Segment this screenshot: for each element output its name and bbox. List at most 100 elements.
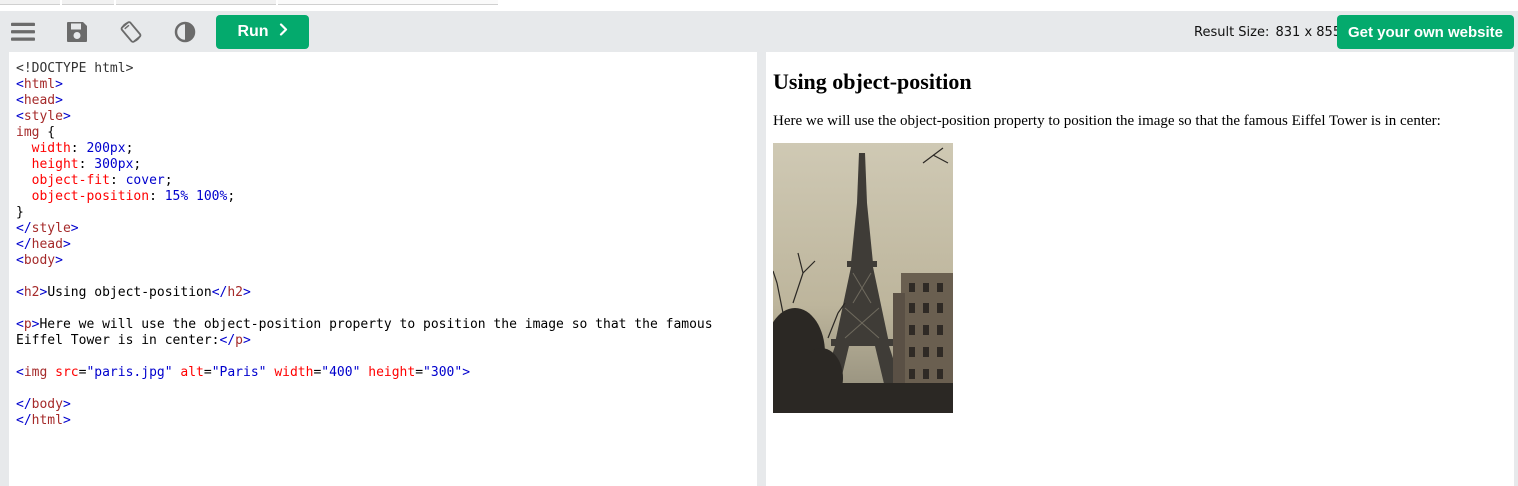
code-line[interactable]: <p>Here we will use the object-position … xyxy=(16,317,713,333)
breadcrumb-item xyxy=(278,0,498,5)
code-line[interactable]: object-position: 15% 100%; xyxy=(16,189,713,205)
contrast-theme-icon[interactable] xyxy=(173,20,197,44)
code-token: width xyxy=(31,141,71,156)
code-line[interactable]: width: 200px; xyxy=(16,141,713,157)
code-line[interactable]: height: 300px; xyxy=(16,157,713,173)
code-token: : xyxy=(78,157,95,172)
code-token: h2 xyxy=(23,285,40,300)
result-pane: Using object-position Here we will use t… xyxy=(766,52,1514,486)
editor-toolbar: Run Result Size: 831 x 855 Get your own … xyxy=(0,11,1518,52)
breadcrumb-item xyxy=(62,0,114,5)
code-line[interactable]: } xyxy=(16,205,713,221)
code-token: = xyxy=(203,365,212,380)
code-token: : xyxy=(70,141,87,156)
code-token: style xyxy=(23,109,63,124)
code-token: < xyxy=(16,253,24,268)
chevron-right-icon xyxy=(279,23,288,41)
code-token: h2 xyxy=(227,285,243,300)
code-token: > xyxy=(62,109,71,124)
code-token: "paris.jpg" xyxy=(86,365,173,380)
code-line[interactable]: <body> xyxy=(16,253,713,269)
code-line[interactable] xyxy=(16,269,713,285)
code-token: </ xyxy=(16,237,32,252)
code-line[interactable]: <img src="paris.jpg" alt="Paris" width="… xyxy=(16,365,713,381)
floppy-save-icon[interactable] xyxy=(65,20,89,44)
code-token: </ xyxy=(219,333,236,348)
code-token: <!DOCTYPE html> xyxy=(16,61,134,76)
code-token: src xyxy=(55,365,79,380)
code-token: style xyxy=(31,221,71,236)
code-token: img xyxy=(16,125,40,140)
code-token: head xyxy=(31,237,63,252)
result-paragraph: Here we will use the object-position pro… xyxy=(773,113,1441,129)
code-token: width xyxy=(274,365,314,380)
code-token: "300" xyxy=(423,365,463,380)
code-token: > xyxy=(243,285,251,300)
run-button[interactable]: Run xyxy=(216,15,309,49)
code-token: < xyxy=(16,93,24,108)
result-heading: Using object-position xyxy=(773,69,972,94)
code-token: body xyxy=(31,397,63,412)
code-line[interactable] xyxy=(16,381,713,397)
paris-image xyxy=(773,143,953,413)
hamburger-menu-icon[interactable] xyxy=(11,20,35,44)
code-token: < xyxy=(16,317,24,332)
code-line[interactable]: </style> xyxy=(16,221,713,237)
code-token: ; xyxy=(164,173,173,188)
code-line[interactable]: img { xyxy=(16,125,713,141)
code-token: 300px xyxy=(94,157,134,172)
code-text[interactable]: <!DOCTYPE html> <html> <head> <style> img { … xyxy=(16,61,713,429)
code-line[interactable]: </head> xyxy=(16,237,713,253)
code-token: > xyxy=(55,253,63,268)
code-line[interactable]: object-fit: cover; xyxy=(16,173,713,189)
code-token: } xyxy=(16,205,24,220)
code-token: "400" xyxy=(321,365,361,380)
code-line[interactable] xyxy=(16,349,713,365)
code-token: </ xyxy=(211,285,228,300)
code-token: { xyxy=(39,125,56,140)
code-token: object-position xyxy=(31,189,150,204)
code-token: < xyxy=(16,77,24,92)
code-token: > xyxy=(62,413,71,428)
code-token: </ xyxy=(16,413,32,428)
code-token: < xyxy=(16,285,24,300)
code-editor[interactable]: <!DOCTYPE html> <html> <head> <style> img { … xyxy=(9,52,757,486)
rotate-orientation-icon[interactable] xyxy=(119,20,143,44)
code-token: > xyxy=(462,365,471,380)
code-token: < xyxy=(16,109,24,124)
code-line[interactable]: <html> xyxy=(16,77,713,93)
get-your-own-website-button[interactable]: Get your own website xyxy=(1337,15,1514,49)
code-line[interactable]: <head> xyxy=(16,93,713,109)
code-token: 15% 100% xyxy=(164,189,228,204)
code-token: object-fit xyxy=(31,173,110,188)
code-line[interactable]: </body> xyxy=(16,397,713,413)
code-token: > xyxy=(62,237,71,252)
code-token: height xyxy=(368,365,416,380)
code-token: Eiffel Tower is in center: xyxy=(16,333,220,348)
result-size-label: Result Size: xyxy=(1194,25,1270,40)
code-line[interactable]: </html> xyxy=(16,413,713,429)
code-token: > xyxy=(55,77,63,92)
result-size-readout: Result Size: 831 x 855 xyxy=(1194,25,1341,40)
code-token: body xyxy=(23,253,56,268)
code-token: p xyxy=(235,333,243,348)
code-token: > xyxy=(55,93,63,108)
pane-resize-divider[interactable] xyxy=(757,52,766,486)
code-line[interactable]: <!DOCTYPE html> xyxy=(16,61,713,77)
result-size-value: 831 x 855 xyxy=(1275,25,1342,40)
code-line[interactable] xyxy=(16,301,713,317)
breadcrumb-item xyxy=(116,0,276,5)
code-line[interactable]: Eiffel Tower is in center:</p> xyxy=(16,333,713,349)
code-token: </ xyxy=(16,221,32,236)
code-line[interactable]: <style> xyxy=(16,109,713,125)
code-line[interactable]: <h2>Using object-position</h2> xyxy=(16,285,713,301)
code-token: 200px xyxy=(86,141,126,156)
breadcrumb-item xyxy=(0,0,60,5)
code-token: ; xyxy=(227,189,236,204)
code-token: < xyxy=(16,365,24,380)
